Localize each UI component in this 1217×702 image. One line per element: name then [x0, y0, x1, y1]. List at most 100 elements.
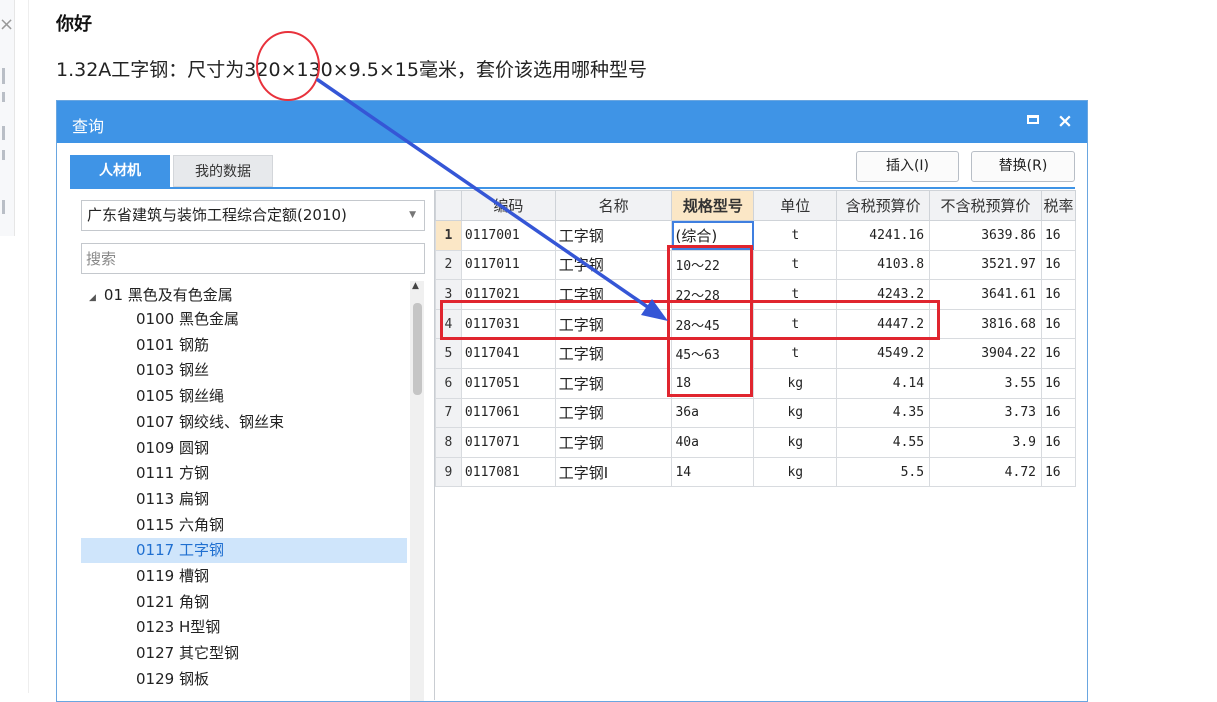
tab-my-data[interactable]: 我的数据	[173, 155, 273, 187]
code-cell[interactable]: 0117001	[460, 220, 556, 251]
notax-price-cell[interactable]: 3816.68	[929, 308, 1042, 340]
unit-cell[interactable]: t	[753, 338, 838, 369]
tax-price-cell[interactable]: 4103.8	[836, 249, 931, 281]
tree-item[interactable]: 0123 H型钢	[81, 615, 407, 640]
code-cell[interactable]: 0117011	[460, 249, 556, 281]
name-cell[interactable]: 工字钢I	[554, 456, 673, 488]
search-input[interactable]	[81, 243, 425, 274]
replace-button[interactable]: 替换(R)	[971, 151, 1075, 182]
tax-rate-cell[interactable]: 16	[1040, 456, 1076, 488]
unit-cell[interactable]: t	[753, 308, 838, 340]
name-cell[interactable]: 工字钢	[554, 249, 673, 281]
tax-rate-cell[interactable]: 16	[1040, 367, 1076, 399]
tax-price-cell[interactable]: 4.55	[836, 427, 931, 458]
code-cell[interactable]: 0117071	[460, 427, 556, 458]
tax-rate-cell[interactable]: 16	[1040, 279, 1076, 310]
code-cell[interactable]: 0117031	[460, 308, 556, 340]
notax-price-cell[interactable]: 3904.22	[929, 338, 1042, 369]
spec-cell[interactable]: (综合)	[671, 220, 755, 251]
name-cell[interactable]: 工字钢	[554, 279, 673, 310]
code-cell[interactable]: 0117041	[460, 338, 556, 369]
tax-price-cell[interactable]: 4.35	[836, 397, 931, 429]
code-cell[interactable]: 0117061	[460, 397, 556, 429]
chevron-down-icon[interactable]: ▼	[409, 201, 416, 230]
table-row[interactable]: 5 0117041 工字钢 45～63 t 4549.2 3904.22 16	[435, 338, 1076, 369]
name-cell[interactable]: 工字钢	[554, 220, 673, 251]
tax-price-cell[interactable]: 4241.16	[836, 220, 931, 251]
notax-price-cell[interactable]: 3.55	[929, 367, 1042, 399]
quota-library-select[interactable]: 广东省建筑与装饰工程综合定额(2010) ▼	[81, 200, 425, 231]
code-cell[interactable]: 0117051	[460, 367, 556, 399]
unit-cell[interactable]: kg	[753, 367, 838, 399]
tax-rate-cell[interactable]: 16	[1040, 338, 1076, 369]
row-number[interactable]: 6	[435, 367, 462, 399]
name-cell[interactable]: 工字钢	[554, 427, 673, 458]
row-number[interactable]: 2	[435, 249, 462, 281]
spec-cell[interactable]: 45～63	[671, 338, 755, 369]
tree-item[interactable]: 0129 钢板	[81, 667, 407, 692]
unit-cell[interactable]: t	[753, 220, 838, 251]
dialog-titlebar[interactable]: 查询 ×	[57, 101, 1087, 143]
row-number[interactable]: 9	[435, 456, 462, 488]
row-number[interactable]: 4	[435, 308, 462, 340]
row-number[interactable]: 3	[435, 279, 462, 310]
tree-item[interactable]: 0119 槽钢	[81, 564, 407, 589]
tree-item[interactable]: 0109 圆钢	[81, 436, 407, 461]
row-number[interactable]: 8	[435, 427, 462, 458]
tax-price-cell[interactable]: 4.14	[836, 367, 931, 399]
row-number[interactable]: 1	[435, 220, 462, 251]
tree-item[interactable]: 0100 黑色金属	[81, 307, 407, 332]
row-number[interactable]: 7	[435, 397, 462, 429]
code-cell[interactable]: 0117081	[460, 456, 556, 488]
notax-price-cell[interactable]: 3639.86	[929, 220, 1042, 251]
notax-price-cell[interactable]: 3521.97	[929, 249, 1042, 281]
spec-cell[interactable]: 14	[671, 456, 755, 488]
tree-item[interactable]: 0117 工字钢	[81, 538, 407, 564]
tax-rate-cell[interactable]: 16	[1040, 308, 1076, 340]
spec-cell[interactable]: 28～45	[671, 308, 755, 340]
spec-cell[interactable]: 36a	[671, 397, 755, 429]
column-header[interactable]: 税率	[1040, 190, 1076, 221]
tree-item[interactable]: 0111 方钢	[81, 461, 407, 486]
table-row[interactable]: 2 0117011 工字钢 10～22 t 4103.8 3521.97 16	[435, 249, 1076, 281]
tree-item[interactable]: 0121 角钢	[81, 590, 407, 615]
tab-rencaiji[interactable]: 人材机	[70, 155, 170, 187]
close-icon[interactable]: ×	[0, 16, 14, 34]
table-row[interactable]: 6 0117051 工字钢 18 kg 4.14 3.55 16	[435, 367, 1076, 399]
column-header[interactable]: 编码	[460, 190, 556, 221]
tree-item[interactable]: 0105 钢丝绳	[81, 384, 407, 409]
maximize-icon[interactable]	[1027, 115, 1039, 124]
tree-item[interactable]: 0101 钢筋	[81, 333, 407, 358]
name-cell[interactable]: 工字钢	[554, 397, 673, 429]
notax-price-cell[interactable]: 3.9	[929, 427, 1042, 458]
tax-rate-cell[interactable]: 16	[1040, 249, 1076, 281]
tree-item[interactable]: 0113 扁钢	[81, 487, 407, 512]
scrollbar-thumb[interactable]	[413, 303, 422, 395]
tax-rate-cell[interactable]: 16	[1040, 427, 1076, 458]
tree-node-parent[interactable]: ◢ 01 黑色及有色金属	[89, 284, 233, 305]
spec-cell[interactable]: 10～22	[671, 249, 755, 281]
tree-item[interactable]: 0115 六角钢	[81, 513, 407, 538]
table-row[interactable]: 8 0117071 工字钢 40a kg 4.55 3.9 16	[435, 427, 1076, 458]
table-row[interactable]: 7 0117061 工字钢 36a kg 4.35 3.73 16	[435, 397, 1076, 429]
spec-cell[interactable]: 22～28	[671, 279, 755, 310]
column-header[interactable]: 含税预算价	[836, 190, 931, 221]
name-cell[interactable]: 工字钢	[554, 308, 673, 340]
notax-price-cell[interactable]: 4.72	[929, 456, 1042, 488]
name-cell[interactable]: 工字钢	[554, 367, 673, 399]
insert-button[interactable]: 插入(I)	[856, 151, 959, 182]
tax-price-cell[interactable]: 4243.2	[836, 279, 931, 310]
unit-cell[interactable]: t	[753, 249, 838, 281]
tax-price-cell[interactable]: 4549.2	[836, 338, 931, 369]
unit-cell[interactable]: kg	[753, 456, 838, 488]
scroll-up-icon[interactable]: ▲	[412, 281, 419, 291]
column-header[interactable]: 单位	[753, 190, 838, 221]
column-header[interactable]: 名称	[554, 190, 673, 221]
column-header[interactable]: 规格型号	[671, 190, 755, 221]
spec-cell[interactable]: 18	[671, 367, 755, 399]
unit-cell[interactable]: kg	[753, 397, 838, 429]
column-header[interactable]: 不含税预算价	[929, 190, 1042, 221]
spec-cell[interactable]: 40a	[671, 427, 755, 458]
notax-price-cell[interactable]: 3.73	[929, 397, 1042, 429]
unit-cell[interactable]: t	[753, 279, 838, 310]
